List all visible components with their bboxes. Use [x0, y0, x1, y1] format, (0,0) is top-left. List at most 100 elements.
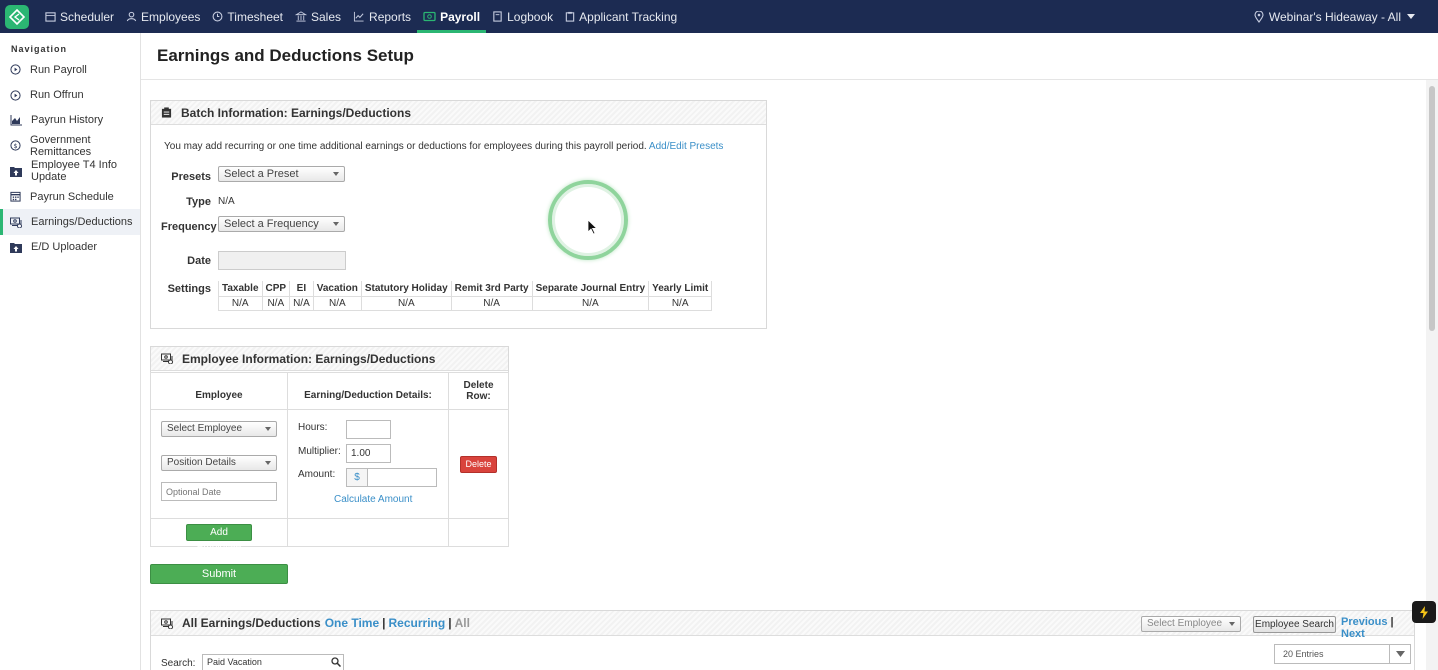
nav-label: Logbook: [507, 9, 554, 24]
all-ed-select-employee[interactable]: Select Employee: [1141, 616, 1241, 632]
calendar-icon: [45, 12, 56, 22]
sidebar-item-label: Earnings/Deductions: [31, 216, 133, 229]
date-label: Date: [187, 255, 211, 267]
sidebar-item-label: Run Payroll: [30, 63, 87, 76]
sidebar-item-label: Payrun History: [31, 114, 104, 127]
col-employee: Employee: [150, 372, 288, 410]
nav-label: Payroll: [440, 9, 481, 24]
all-ed-panel-title: All Earnings/Deductions: [182, 616, 321, 630]
nav-label: Timesheet: [227, 9, 283, 24]
pagination-next[interactable]: Next: [1341, 628, 1365, 640]
position-details-dropdown[interactable]: Position Details: [161, 455, 277, 471]
filter-separator: |: [382, 616, 386, 630]
batch-intro-text: You may add recurring or one time additi…: [164, 141, 647, 152]
search-icon[interactable]: [331, 657, 341, 667]
settings-col-statutory-holiday: Statutory Holiday: [360, 281, 452, 297]
nav-label: Scheduler: [60, 9, 115, 24]
bank-icon: [295, 11, 307, 22]
chart-line-icon: [353, 11, 364, 22]
add-edit-presets-link[interactable]: Add/Edit Presets: [649, 141, 723, 152]
money-icon: [423, 11, 436, 22]
nav-label: Applicant Tracking: [579, 9, 678, 24]
col-details: Earning/Deduction Details:: [287, 372, 449, 410]
sidebar-item-label: E/D Uploader: [31, 241, 98, 254]
quick-action-button[interactable]: [1412, 601, 1436, 623]
app-logo[interactable]: [5, 4, 29, 29]
employee-search-button[interactable]: Employee Search: [1253, 616, 1336, 633]
employee-panel-title: Employee Information: Earnings/Deduction…: [182, 351, 436, 366]
vertical-scrollbar[interactable]: [1426, 80, 1438, 670]
frequency-select[interactable]: Select a Frequency: [218, 216, 345, 232]
play-circle-icon: [10, 64, 21, 75]
optional-date-input[interactable]: [161, 482, 277, 501]
batch-panel-header: Batch Information: Earnings/Deductions: [151, 101, 766, 125]
nav-scheduler[interactable]: Scheduler: [39, 0, 120, 33]
nav-timesheet[interactable]: Timesheet: [206, 0, 289, 33]
entries-select-value: 20 Entries: [1283, 649, 1324, 659]
date-input[interactable]: [218, 251, 346, 270]
sidebar-item-payrun-schedule[interactable]: Payrun Schedule: [0, 184, 140, 209]
presets-select-value: Select a Preset: [224, 168, 299, 180]
submit-earnings-deductions-button[interactable]: Submit Earnings/Deductions: [150, 564, 288, 598]
nav-employees[interactable]: Employees: [120, 0, 206, 33]
settings-col-separate-journal-entry: Separate Journal Entry: [531, 281, 650, 297]
map-pin-icon: [1254, 10, 1264, 23]
location-selector[interactable]: Webinar's Hideaway - All: [1254, 0, 1420, 33]
employee-panel-header: Employee Information: Earnings/Deduction…: [151, 347, 508, 371]
pagination-previous[interactable]: Previous: [1341, 616, 1387, 628]
sidebar-item-label: Employee T4 Info Update: [31, 159, 118, 184]
mouse-cursor-icon: [587, 219, 598, 235]
filter-all[interactable]: All: [455, 616, 470, 630]
entries-select[interactable]: 20 Entries: [1274, 644, 1411, 664]
search-input[interactable]: Paid Vacation: [202, 654, 344, 670]
employee-entry-row: Select Employee Position Details Hours: …: [150, 409, 509, 519]
nav-reports[interactable]: Reports: [347, 0, 417, 33]
settings-col-yearly-limit: Yearly Limit: [648, 281, 713, 297]
logo-icon: [9, 8, 25, 25]
sidebar-item-government-remittances[interactable]: $ Government Remittances: [0, 133, 140, 158]
multiplier-input[interactable]: 1.00: [346, 444, 391, 463]
settings-table: Taxable CPP EI Vacation Statutory Holida…: [218, 281, 713, 311]
nav-logbook[interactable]: Logbook: [486, 0, 559, 33]
page-title: Earnings and Deductions Setup: [157, 46, 414, 65]
sidebar-item-ed-uploader[interactable]: E/D Uploader: [0, 235, 140, 260]
calculate-amount-link[interactable]: Calculate Amount: [334, 494, 412, 505]
scrollbar-thumb[interactable]: [1429, 86, 1435, 331]
sidebar-item-run-offrun[interactable]: Run Offrun: [0, 82, 140, 107]
add-employee-cell: Add Employee: [150, 518, 288, 553]
sidebar-item-run-payroll[interactable]: Run Payroll: [0, 57, 140, 82]
delete-cell: Delete: [448, 409, 509, 519]
nav-label: Reports: [369, 9, 412, 24]
settings-value: N/A: [261, 295, 291, 311]
nav-payroll[interactable]: Payroll: [417, 0, 487, 33]
play-circle-icon: [10, 89, 21, 101]
money-stack-icon: [161, 353, 173, 364]
sidebar-item-employee-t4-info-update[interactable]: Employee T4 Info Update: [0, 159, 140, 184]
col-delete: Delete Row:: [448, 372, 509, 410]
batch-information-panel: Batch Information: Earnings/Deductions Y…: [150, 100, 767, 329]
nav-applicant-tracking[interactable]: Applicant Tracking: [559, 0, 683, 33]
area-chart-icon: [10, 114, 22, 126]
settings-value: N/A: [648, 295, 713, 311]
settings-value: N/A: [218, 295, 263, 311]
caret-down-icon: [333, 172, 339, 176]
delete-row-button[interactable]: Delete: [460, 456, 497, 473]
filter-recurring[interactable]: Recurring: [389, 616, 446, 630]
select-employee-dropdown[interactable]: Select Employee: [161, 421, 277, 437]
settings-col-cpp: CPP: [261, 281, 291, 297]
add-employee-button[interactable]: Add Employee: [186, 524, 252, 553]
sidebar-heading: Navigation: [11, 44, 68, 54]
hours-input[interactable]: [346, 420, 391, 439]
multiplier-label: Multiplier:: [298, 446, 341, 457]
amount-input[interactable]: [367, 468, 437, 487]
sidebar-item-earnings-deductions[interactable]: Earnings/Deductions: [0, 209, 140, 236]
frequency-label: Frequency: [161, 221, 217, 233]
entries-dropdown-toggle[interactable]: [1389, 645, 1410, 663]
settings-col-vacation: Vacation: [312, 281, 362, 297]
employee-table-header-row: Employee Earning/Deduction Details: Dele…: [150, 372, 509, 410]
nav-sales[interactable]: Sales: [289, 0, 347, 33]
sidebar-item-payrun-history[interactable]: Payrun History: [0, 108, 140, 133]
caret-down-icon: [265, 427, 271, 431]
presets-select[interactable]: Select a Preset: [218, 166, 345, 182]
filter-one-time[interactable]: One Time: [325, 616, 379, 630]
